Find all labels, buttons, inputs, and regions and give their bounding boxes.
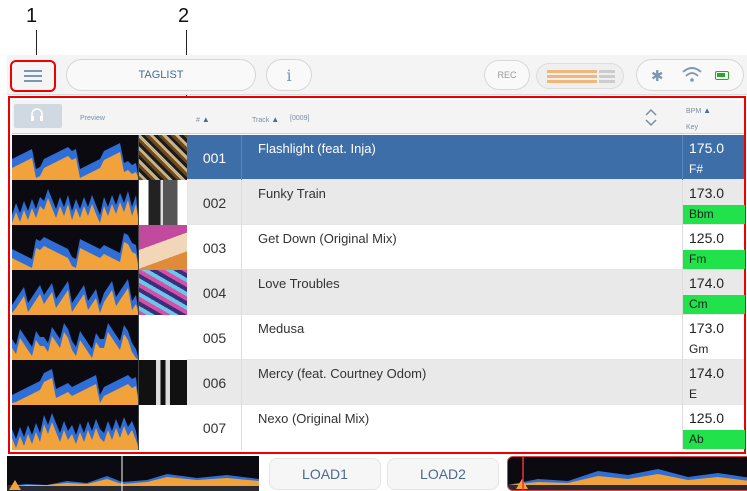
track-number: 001 <box>188 135 242 180</box>
sort-up-icon: ▲ <box>201 115 210 124</box>
status-area[interactable]: ✱ <box>636 59 744 91</box>
track-waveform-preview[interactable] <box>12 135 139 180</box>
sort-up-icon: ▲ <box>703 106 712 115</box>
column-header: Preview # ▲ Track ▲ [0009] BPM ▲ Key <box>12 100 744 134</box>
rec-button[interactable]: REC <box>484 60 530 90</box>
battery-icon <box>715 71 729 80</box>
track-bpm: 174.0 <box>689 275 725 291</box>
track-waveform-preview[interactable] <box>12 405 139 450</box>
track-key: F# <box>689 162 704 176</box>
track-row[interactable]: 003 Get Down (Original Mix) 125.0 Fm <box>12 225 745 270</box>
track-key: Fm <box>683 250 745 269</box>
track-key: Cm <box>683 295 745 314</box>
track-number: 006 <box>188 360 242 405</box>
column-track-label: Track <box>252 117 270 124</box>
track-number: 004 <box>188 270 242 315</box>
track-title: Mercy (feat. Courtney Odom) <box>258 366 427 381</box>
album-art <box>139 135 187 180</box>
track-list: 001 Flashlight (feat. Inja) 175.0 F# 002 Funk… <box>12 135 745 450</box>
bpm-key-cell: 125.0 Fm <box>682 225 745 270</box>
preview-toggle-button[interactable] <box>14 104 62 128</box>
bottom-bar: LOAD1 LOAD2 <box>7 456 747 491</box>
track-title: Love Troubles <box>258 276 340 291</box>
track-key: Ab <box>683 430 745 449</box>
column-bpm[interactable]: BPM ▲ <box>686 106 711 115</box>
track-row[interactable]: 006 Mercy (feat. Courtney Odom) 174.0 E <box>12 360 744 405</box>
hamburger-icon <box>24 70 42 82</box>
track-key: Bbm <box>683 205 745 224</box>
track-row[interactable]: 001 Flashlight (feat. Inja) 175.0 F# <box>12 135 744 180</box>
column-bpm-label: BPM <box>686 108 702 115</box>
track-waveform-preview[interactable] <box>12 360 139 405</box>
track-row[interactable]: 005 Medusa 173.0 Gm <box>12 315 744 360</box>
album-art <box>139 360 187 405</box>
track-title: Nexo (Original Mix) <box>258 411 370 426</box>
track-count: [0009] <box>290 115 310 122</box>
bpm-key-cell: 125.0 Ab <box>682 405 745 450</box>
track-row[interactable]: 007 Nexo (Original Mix) 125.0 Ab <box>12 405 745 450</box>
track-number: 007 <box>188 405 242 450</box>
album-art <box>139 180 187 225</box>
callout-number-1: 1 <box>26 5 38 27</box>
track-bpm: 174.0 <box>689 365 725 381</box>
menu-button[interactable] <box>10 60 56 92</box>
info-button[interactable]: i <box>266 59 312 91</box>
track-waveform-preview[interactable] <box>12 315 139 360</box>
track-bpm: 125.0 <box>689 230 725 246</box>
track-waveform-preview[interactable] <box>12 270 139 315</box>
bpm-key-cell: 174.0 Cm <box>682 270 745 315</box>
deck2-waveform[interactable] <box>507 456 747 491</box>
load1-button[interactable]: LOAD1 <box>269 458 381 490</box>
bluetooth-icon: ✱ <box>651 68 664 85</box>
column-key[interactable]: Key <box>686 124 698 131</box>
track-bpm: 173.0 <box>689 320 725 336</box>
track-number: 003 <box>188 225 242 270</box>
track-bpm: 173.0 <box>689 185 725 201</box>
bpm-key-cell: 173.0 Bbm <box>682 180 745 225</box>
track-bpm: 175.0 <box>689 140 725 156</box>
album-art <box>139 270 187 315</box>
album-art <box>139 225 187 270</box>
album-art <box>139 405 187 450</box>
column-number-label: # <box>196 117 200 124</box>
track-title: Get Down (Original Mix) <box>258 231 397 246</box>
album-art <box>139 315 187 360</box>
track-row[interactable]: 004 Love Troubles 174.0 Cm <box>12 270 745 315</box>
track-number: 002 <box>188 180 242 225</box>
wifi-icon <box>682 67 702 82</box>
load2-button[interactable]: LOAD2 <box>387 458 499 490</box>
column-number[interactable]: # ▲ <box>196 115 210 124</box>
bpm-key-cell: 175.0 F# <box>682 135 744 180</box>
scroll-arrows-icon[interactable] <box>642 105 660 129</box>
bpm-key-cell: 174.0 E <box>682 360 744 405</box>
track-waveform-preview[interactable] <box>12 225 139 270</box>
track-title: Flashlight (feat. Inja) <box>258 141 376 156</box>
track-title: Funky Train <box>258 186 326 201</box>
sort-up-icon: ▲ <box>271 115 280 124</box>
column-track[interactable]: Track ▲ <box>252 115 279 124</box>
track-key: Gm <box>689 342 709 356</box>
headphones-icon <box>31 108 43 121</box>
track-key: E <box>689 387 698 401</box>
track-bpm: 125.0 <box>689 410 725 426</box>
column-preview: Preview <box>80 115 105 122</box>
track-title: Medusa <box>258 321 305 336</box>
rec-level-meter <box>536 63 624 89</box>
track-waveform-preview[interactable] <box>12 180 139 225</box>
taglist-button[interactable]: TAGLIST <box>66 59 256 91</box>
deck1-waveform[interactable] <box>7 456 259 491</box>
track-browser: Preview # ▲ Track ▲ [0009] BPM ▲ Key 001… <box>8 96 746 454</box>
bpm-key-cell: 173.0 Gm <box>682 315 744 360</box>
track-row[interactable]: 002 Funky Train 173.0 Bbm <box>12 180 745 225</box>
callout-number-2: 2 <box>178 5 190 27</box>
track-number: 005 <box>188 315 242 360</box>
